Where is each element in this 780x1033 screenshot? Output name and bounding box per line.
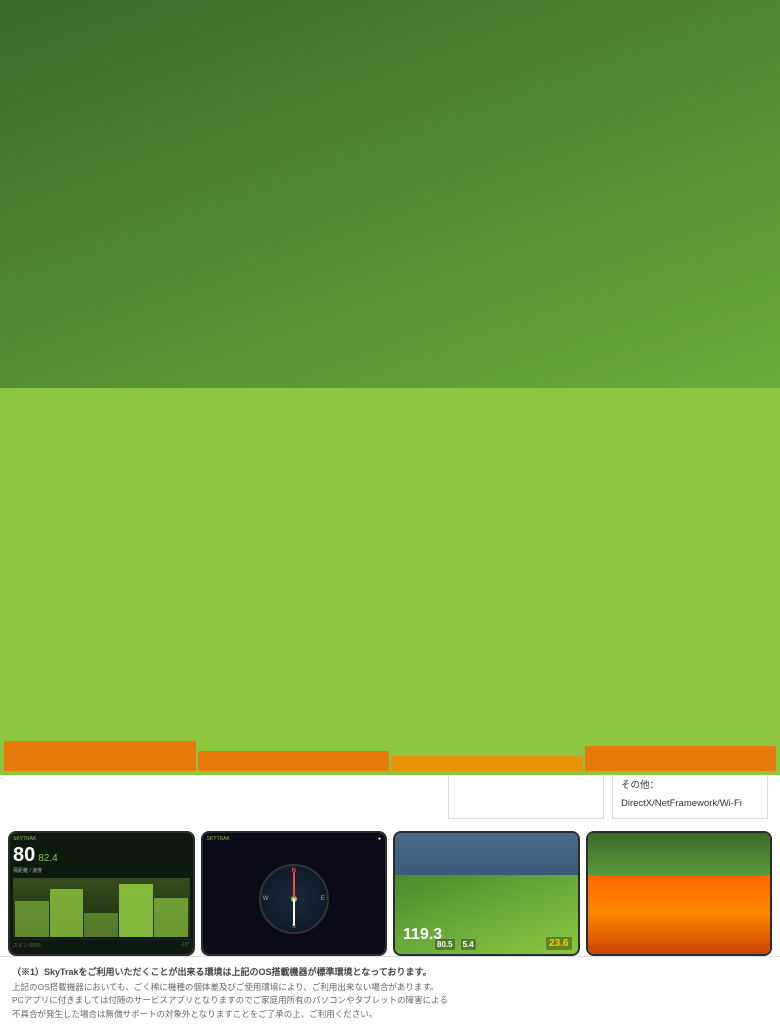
- bd1-logo: SKYTRAK: [13, 836, 190, 842]
- bd1-main: 80: [13, 844, 35, 867]
- sky-area: [395, 833, 578, 875]
- bottom-device-1: SKYTRAK 80 82.4 飛距離 / 速度 スピン 6500 -15°: [8, 831, 195, 956]
- course-stat2: 5.4: [461, 939, 476, 950]
- compass-e: E: [321, 896, 325, 902]
- compass-screen: SKYTRAK ● N S W E: [203, 833, 386, 954]
- bd1-sub: 82.4: [38, 853, 57, 864]
- compass-w: W: [263, 896, 269, 902]
- footer-note4: 不具合が発生した場合は無償サポートの対象外となりますことをご了承の上、ご利用くだ…: [12, 1008, 768, 1022]
- stats-screen-1: SKYTRAK 80 82.4 飛距離 / 速度 スピン 6500 -15°: [10, 833, 193, 954]
- bd1-label: 飛距離 / 速度: [13, 867, 190, 874]
- bd1-spin: スピン 6500: [13, 942, 41, 949]
- compass-needle-north: [293, 872, 295, 900]
- footer-note2: 上記のOS搭載機器においても、ごく稀に機種の個体差及びご使用環境により、ご利用出…: [12, 981, 768, 995]
- compass-mode: ●: [378, 836, 381, 842]
- course-stats: 80.5 5.4: [435, 939, 476, 950]
- green-course-screen: 119.3 23.6 80.5 5.4: [395, 833, 578, 954]
- footer-notes: （※1）SkyTrakをご利用いただくことが出来る環境は上記のOS搭載機器が標準…: [0, 956, 780, 1033]
- compass-view: N S W E: [203, 845, 386, 954]
- bd1-dir: -15°: [180, 942, 189, 949]
- orange-green-screen: [588, 833, 771, 954]
- course-stat1: 80.5: [435, 939, 455, 950]
- bottom-device-2: SKYTRAK ● N S W E: [201, 831, 388, 956]
- compass-logo: SKYTRAK: [207, 836, 230, 842]
- course-angle: 23.6: [546, 937, 571, 950]
- compass-header: SKYTRAK ●: [203, 833, 386, 845]
- footer-note3: PCアプリに付きましては付随のサービスアプリとなりますのでご家庭用所有のパソコン…: [12, 994, 768, 1008]
- compass-circle: N S W E: [259, 864, 329, 934]
- bd1-bottom: スピン 6500 -15°: [13, 939, 190, 951]
- bottom-devices-row: SKYTRAK 80 82.4 飛距離 / 速度 スピン 6500 -15°: [0, 827, 780, 956]
- bottom-device-3: 119.3 23.6 80.5 5.4: [393, 831, 580, 956]
- compass-needle-south: [293, 898, 295, 926]
- compass-n: N: [292, 868, 296, 874]
- compass-s: S: [292, 924, 296, 930]
- footer-note1: （※1）SkyTrakをご利用いただくことが出来る環境は上記のOS搭載機器が標準…: [12, 965, 768, 978]
- bd1-numbers: 80 82.4: [13, 844, 190, 867]
- pc-item-7: その他：DirectX/NetFramework/Wi-Fi: [621, 777, 759, 811]
- bd1-chart: [13, 878, 190, 937]
- bottom-device-4: [586, 831, 773, 956]
